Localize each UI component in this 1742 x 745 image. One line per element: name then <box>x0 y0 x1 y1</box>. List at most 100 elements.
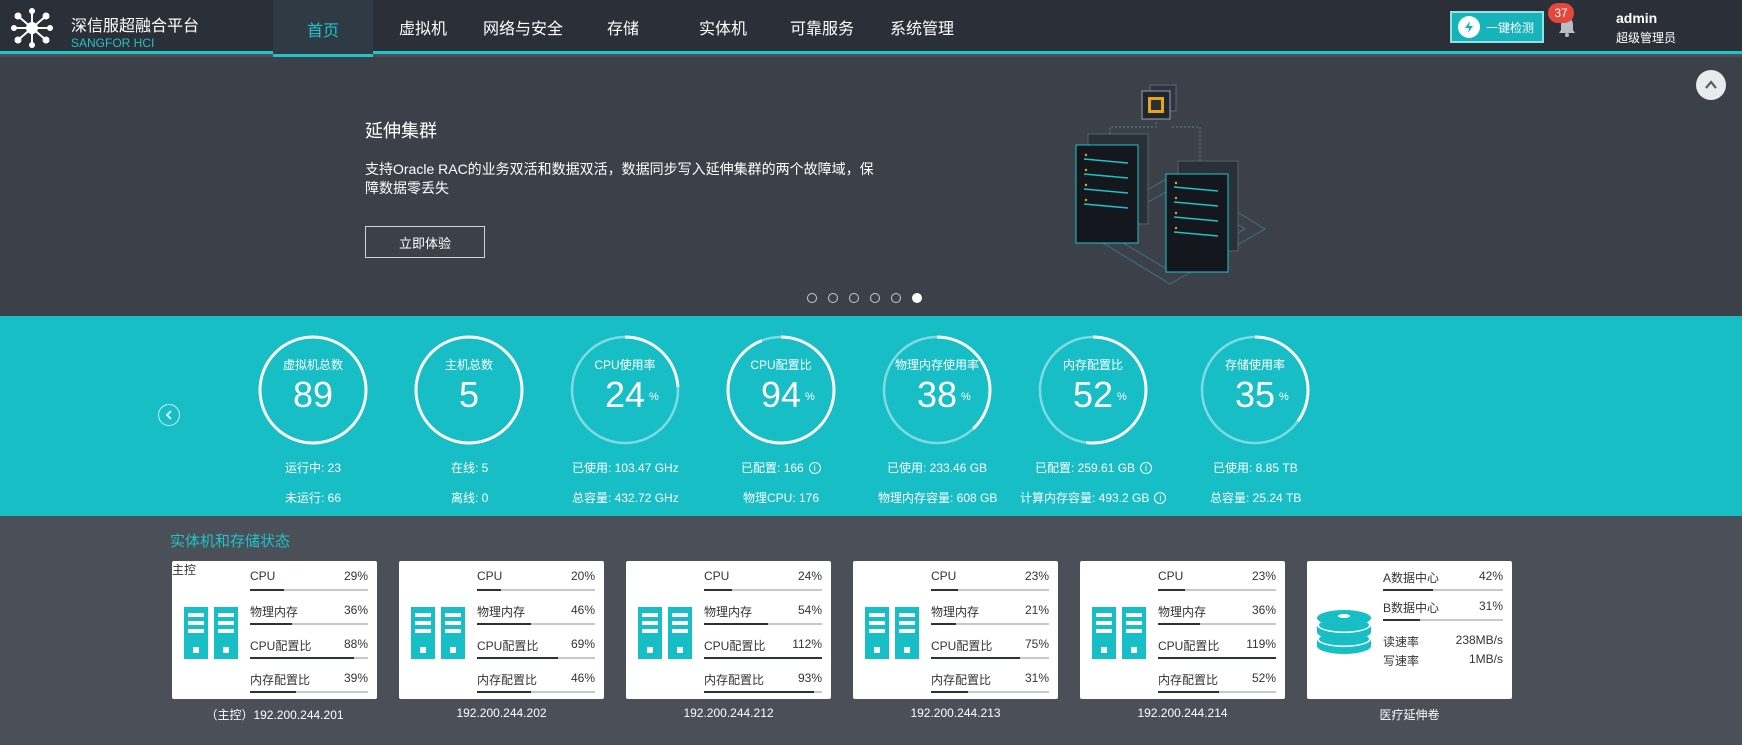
username[interactable]: admin <box>1616 10 1657 26</box>
host-metric: 内存配置比 31% <box>931 671 1049 701</box>
host-ip[interactable]: 192.200.244.213 <box>853 706 1058 720</box>
stat-gauge[interactable]: 物理内存使用率 38% <box>881 334 993 446</box>
nav-system[interactable]: 系统管理 <box>886 0 958 54</box>
metric-value: 52% <box>1251 671 1276 685</box>
metric-value: 23% <box>1251 569 1276 583</box>
host-card[interactable]: CPU 24% 物理内存 54% CPU配置比 112% 内存配置比 93% <box>626 561 831 699</box>
host-metric: CPU配置比 75% <box>931 637 1049 667</box>
info-icon[interactable]: i <box>1154 492 1167 504</box>
chevron-left-icon <box>165 410 172 420</box>
storage-name[interactable]: 医疗延伸卷 <box>1307 706 1512 723</box>
host-metric: CPU配置比 69% <box>477 637 595 667</box>
gauge-unit: % <box>1279 391 1289 403</box>
host-ip[interactable]: 192.200.244.212 <box>626 706 831 720</box>
host-metric: 物理内存 36% <box>250 603 368 633</box>
carousel-dot[interactable] <box>849 293 859 303</box>
nav-home[interactable]: 首页 <box>273 0 373 57</box>
metric-bar-fill <box>704 657 822 659</box>
metric-bar-fill <box>250 623 293 625</box>
gauge-detail-2: 物理内存容量: 608 GB <box>878 491 998 505</box>
stat-gauge[interactable]: CPU配置比 94% <box>725 334 837 446</box>
gauge-detail-2: 总容量: 25.24 TB <box>1210 491 1302 505</box>
info-icon[interactable]: i <box>808 462 821 474</box>
one-click-check-button[interactable]: 一键检测 <box>1450 11 1544 43</box>
dc-bar <box>1383 619 1503 621</box>
dc-value: 42% <box>1478 569 1503 583</box>
carousel-dot[interactable] <box>828 293 838 303</box>
stat-gauge[interactable]: 内存配置比 52% <box>1037 334 1149 446</box>
metric-name: CPU <box>931 569 957 583</box>
host-metric: 物理内存 54% <box>704 603 822 633</box>
host-card[interactable]: CPU 20% 物理内存 46% CPU配置比 69% 内存配置比 46% <box>399 561 604 699</box>
carousel-dot[interactable] <box>807 293 817 303</box>
brand-subtitle: SANGFOR HCI <box>71 36 155 50</box>
metric-value: 31% <box>1024 671 1049 685</box>
host-ip[interactable]: 192.200.244.214 <box>1080 706 1285 720</box>
metric-bar-fill <box>1158 657 1276 659</box>
collapse-banner-button[interactable] <box>1696 70 1726 100</box>
host-metric: 物理内存 46% <box>477 603 595 633</box>
gauge-value: 89 <box>292 374 334 415</box>
carousel-dot[interactable] <box>870 293 880 303</box>
host-metric: 内存配置比 93% <box>704 671 822 701</box>
top-navbar: 深信服超融合平台 SANGFOR HCI 首页 虚拟机 网络与安全 存储 实体机… <box>0 0 1742 57</box>
server-icon <box>184 607 238 659</box>
metric-bar <box>704 691 822 693</box>
gauge-detail-1: 在线: 5 <box>451 461 489 475</box>
gauge-unit: % <box>805 391 815 403</box>
stat-gauge[interactable]: CPU使用率 24% <box>569 334 681 446</box>
info-icon[interactable]: i <box>1140 462 1153 474</box>
metric-name: CPU配置比 <box>704 639 766 653</box>
stat-gauge[interactable]: 虚拟机总数 89 <box>257 334 369 446</box>
gauge-value: 5 <box>458 374 480 415</box>
metric-bar <box>931 589 1049 591</box>
gauge-detail-2: 物理CPU: 176 <box>743 491 820 505</box>
server-icon <box>1092 607 1146 659</box>
metric-bar-fill <box>931 691 968 693</box>
gauge-detail-1: 已配置: 166 i <box>741 459 821 476</box>
metric-bar <box>931 623 1049 625</box>
check-label: 一键检测 <box>1486 20 1535 35</box>
nav-network-security[interactable]: 网络与安全 <box>478 0 568 54</box>
stats-prev-button[interactable] <box>158 404 180 426</box>
server-icon <box>411 607 465 659</box>
metric-bar-fill <box>477 589 501 591</box>
stat-gauge[interactable]: 存储使用率 35% <box>1199 334 1311 446</box>
server-icon <box>865 607 919 659</box>
metric-name: 内存配置比 <box>704 673 765 687</box>
metric-value: 119% <box>1246 637 1276 651</box>
nav-vm[interactable]: 虚拟机 <box>393 0 453 54</box>
gauge-label: 物理内存使用率 <box>894 358 979 372</box>
gauge-detail-1: 已配置: 259.61 GB i <box>1035 459 1153 476</box>
metric-bar-fill <box>250 691 297 693</box>
metric-bar-fill <box>250 589 285 591</box>
metric-name: CPU配置比 <box>477 639 539 653</box>
stat-gauge[interactable]: 主机总数 5 <box>413 334 525 446</box>
carousel-dot-active[interactable] <box>912 293 922 303</box>
gauge-label: 虚拟机总数 <box>282 358 343 372</box>
io-name: 读速率 <box>1383 635 1420 649</box>
gauge-detail-1: 已使用: 233.46 GB <box>887 461 988 475</box>
alert-count-badge[interactable]: 37 <box>1548 3 1574 23</box>
gauge-value: 35 <box>1234 374 1276 415</box>
host-card[interactable]: CPU 23% 物理内存 21% CPU配置比 75% 内存配置比 31% <box>853 561 1058 699</box>
gauge-unit: % <box>649 391 659 403</box>
metric-bar-fill <box>704 589 733 591</box>
host-ip[interactable]: （主控）192.200.244.201 <box>172 706 377 723</box>
host-card[interactable]: 主控 CPU 29% 物理内存 36% CPU配置比 88% 内存配置比 39% <box>172 561 377 699</box>
host-ip[interactable]: 192.200.244.202 <box>399 706 604 720</box>
host-metric: CPU 24% <box>704 569 822 599</box>
host-metric: 内存配置比 39% <box>250 671 368 701</box>
metric-bar-fill <box>931 589 959 591</box>
metric-bar <box>704 623 822 625</box>
host-card[interactable]: CPU 23% 物理内存 36% CPU配置比 119% 内存配置比 52% <box>1080 561 1285 699</box>
datacenter-metric: B数据中心 31% <box>1383 599 1503 629</box>
metric-bar-fill <box>1158 691 1220 693</box>
nav-storage[interactable]: 存储 <box>598 0 648 54</box>
nav-physical[interactable]: 实体机 <box>693 0 753 54</box>
nav-reliability[interactable]: 可靠服务 <box>786 0 858 54</box>
host-metric: CPU配置比 119% <box>1158 637 1276 667</box>
try-now-button[interactable]: 立即体验 <box>365 226 485 258</box>
storage-card[interactable]: A数据中心 42% B数据中心 31% 读速率 238MB/s 写速率 1MB/s <box>1307 561 1512 699</box>
carousel-dot[interactable] <box>891 293 901 303</box>
